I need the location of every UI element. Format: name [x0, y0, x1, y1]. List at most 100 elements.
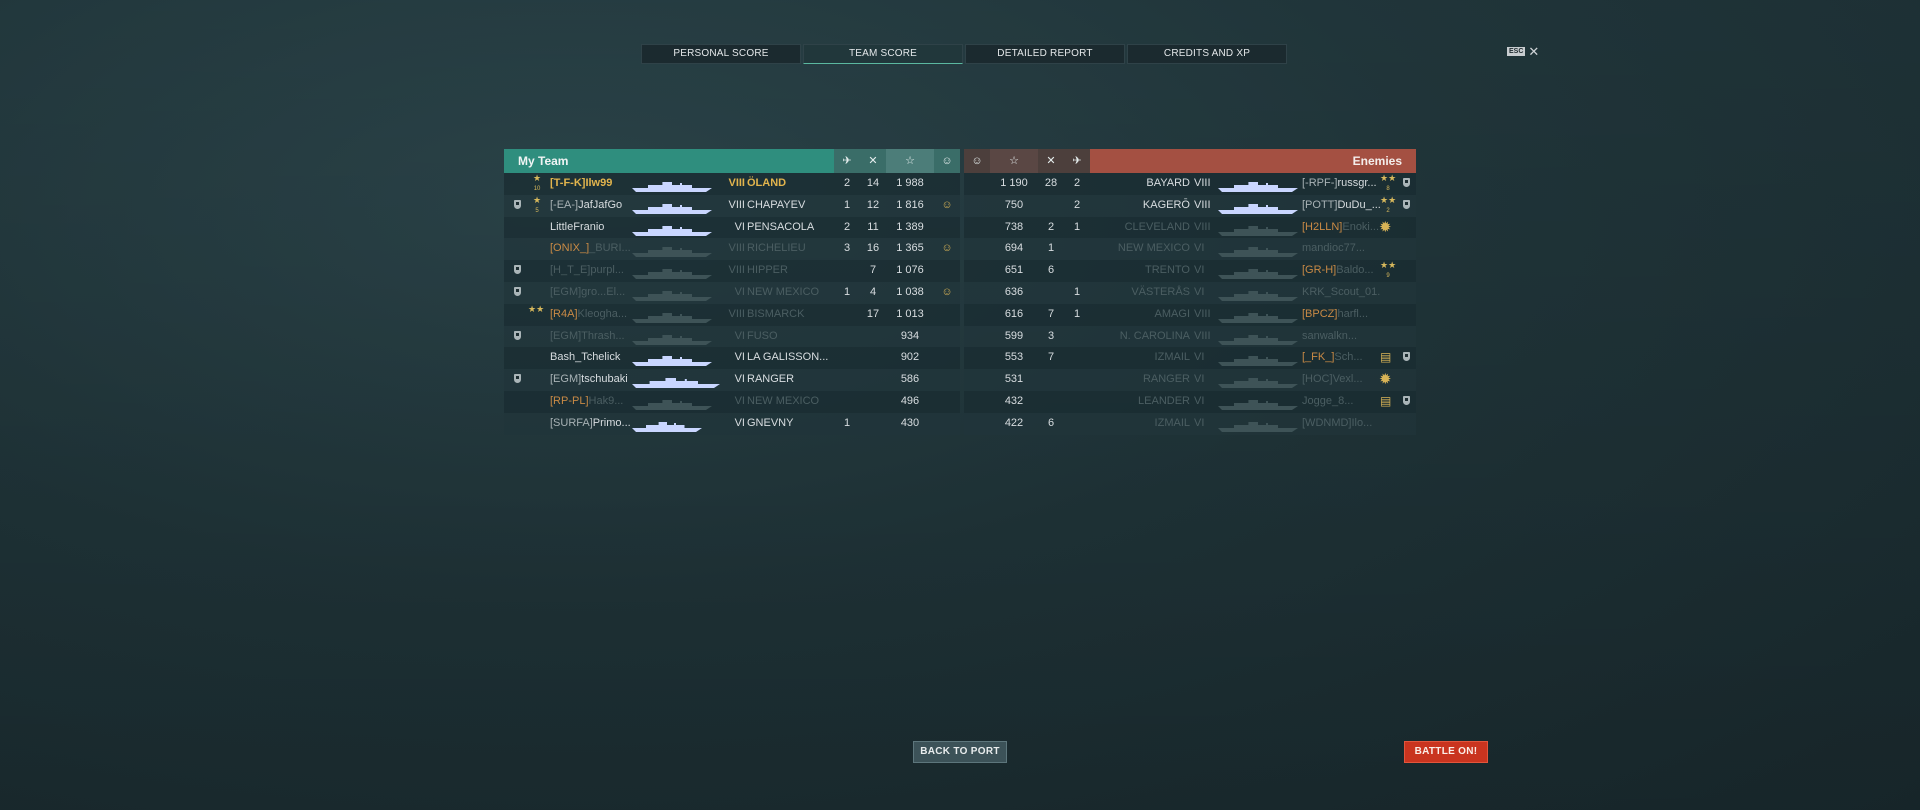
ships-destroyed: 14	[866, 177, 880, 189]
my-team-player-row[interactable]: [EGM]gro...El... VI NEW MEXICO 1 4 1 038 ☺	[504, 281, 960, 304]
ship-silhouette-icon	[1218, 310, 1298, 323]
ship-silhouette-icon	[1218, 419, 1298, 432]
base-xp: 1 038	[896, 285, 924, 298]
my-team-player-row[interactable]: [H_T_E]purpl... VIII HIPPER 7 1 076	[504, 260, 960, 282]
tab-detailed-report[interactable]: DETAILED REPORT	[965, 44, 1125, 64]
plane-kill-icon: ✈	[1064, 149, 1090, 173]
enemy-player-row[interactable]: 636 1 VÄSTERÅS VI KRK_Scout_01...	[964, 281, 1416, 304]
enemy-player-row[interactable]: 1 190 28 2 BAYARD VIII [-RPF-]russgr... ★★ 8	[964, 173, 1416, 195]
enemy-player-row[interactable]: 738 2 1 CLEVELAND VIII [H2LLN]Enoki... ✹	[964, 216, 1416, 239]
ship-silhouette-icon	[632, 179, 712, 192]
smile-icon: ☺	[941, 198, 953, 211]
base-xp: 1 988	[896, 177, 924, 189]
my-team-player-row[interactable]: ★ 10 [T-F-K]Ilw99 VIII ÖLAND 2 14 1 988	[504, 173, 960, 195]
medal-icon: ✹	[1379, 218, 1392, 236]
rank-badge-icon	[1403, 395, 1410, 405]
ship-tier: VI	[1194, 242, 1205, 255]
player-name: Baldo...	[1336, 264, 1374, 277]
stars-icon: ★★ 2	[1380, 195, 1396, 217]
stars-icon: ★★ 9	[1380, 260, 1396, 282]
tab-personal-score[interactable]: PERSONAL SCORE	[641, 44, 801, 64]
ship-name: N. CAROLINA	[1119, 329, 1190, 342]
stars-icon: ★★	[528, 303, 545, 314]
base-xp: 902	[900, 351, 920, 364]
rank-badge-icon	[1403, 352, 1410, 362]
ship-silhouette-icon	[632, 375, 720, 389]
clan-tag: [_FK_]	[1302, 351, 1335, 364]
base-xp: 422	[1004, 416, 1024, 429]
enemy-player-row[interactable]: 750 2 KAGERŌ VIII [POTT]DuDu_... ★★ 2	[964, 194, 1416, 217]
base-xp: 616	[1004, 307, 1024, 320]
ships-destroyed: 7	[1047, 307, 1055, 320]
enemy-player-row[interactable]: 432 LEANDER VI Jogge_8... ▤	[964, 390, 1416, 413]
ship-tier: VIII	[728, 198, 745, 211]
ship-tier: VIII	[728, 177, 745, 189]
back-to-port-button[interactable]: BACK TO PORT	[913, 741, 1007, 763]
planes-destroyed: 1	[1073, 285, 1081, 298]
my-team-player-row[interactable]: Bash_Tchelick VI LA GALISSON... 902	[504, 347, 960, 370]
ships-destroyed: 6	[1047, 416, 1055, 429]
table-row: [EGM]Thrash... VI FUSO 934 599 3 N. CAROLINA VI…	[504, 325, 1416, 348]
clan-tag: [POTT]	[1302, 198, 1338, 211]
ships-destroyed: 4	[869, 285, 877, 298]
ship-name: NEW MEXICO	[747, 394, 820, 407]
ship-name: GNEVNY	[747, 416, 794, 429]
base-xp: 651	[1004, 264, 1024, 277]
smile-icon: ☺	[941, 285, 953, 298]
enemy-player-row[interactable]: 694 1 NEW MEXICO VI mandioc77...	[964, 238, 1416, 261]
enemy-player-row[interactable]: 599 3 N. CAROLINA VIII sanwalkn...	[964, 325, 1416, 348]
medal-icon: ✹	[1379, 371, 1392, 389]
enemy-player-row[interactable]: 651 6 TRENTO VI [GR-H]Baldo... ★★ 9	[964, 260, 1416, 282]
planes-destroyed: 1	[1073, 307, 1081, 320]
rank-badge-icon	[1403, 199, 1410, 209]
esc-close-button[interactable]: ESC ✕	[1507, 45, 1539, 58]
table-row: [ONIX_]_BURI... VIII RICHELIEU 3 16 1 365 ☺ 694…	[504, 238, 1416, 261]
my-team-player-row[interactable]: LittleFranio VI PENSACOLA 2 11 1 389	[504, 216, 960, 239]
my-team-player-row[interactable]: [RP-PL]Hak9... VI NEW MEXICO 496	[504, 390, 960, 413]
base-xp: 636	[1004, 285, 1024, 298]
ship-silhouette-icon	[632, 397, 712, 410]
player-name: tschubaki	[581, 373, 628, 386]
base-xp: 496	[900, 394, 920, 407]
battle-on-button[interactable]: BATTLE ON!	[1404, 741, 1488, 763]
enemy-player-row[interactable]: 422 6 IZMAIL VI [WDNMD]Ilo...	[964, 412, 1416, 435]
tab-credits-and-xp[interactable]: CREDITS AND XP	[1127, 44, 1287, 64]
ship-tier: VIII	[1194, 198, 1211, 211]
ship-tier: VI	[734, 220, 745, 233]
tab-team-score[interactable]: TEAM SCORE	[803, 44, 963, 64]
my-team-player-row[interactable]: [EGM]Thrash... VI FUSO 934	[504, 325, 960, 348]
enemy-player-row[interactable]: 531 RANGER VI [HOC]Vexl... ✹	[964, 369, 1416, 391]
my-team-player-row[interactable]: ★ 5 [-EA-]JafJafGo VIII CHAPAYEV 1 12 1 816 ☺	[504, 194, 960, 217]
stars-count: 5	[535, 207, 539, 214]
ship-silhouette-icon	[632, 244, 712, 258]
my-team-player-row[interactable]: ★★ [R4A]Kleogha... VIII BISMARCK 17 1 013	[504, 303, 960, 326]
stars-count: 10	[533, 186, 541, 192]
ship-silhouette-icon	[632, 310, 712, 323]
stars-icon: ★ 10	[533, 173, 541, 195]
player-name: Hak9...	[588, 394, 624, 407]
enemy-player-row[interactable]: 616 7 1 AMAGI VIII [BPCZ]harfl...	[964, 303, 1416, 326]
planes-destroyed: 1	[1073, 220, 1081, 233]
clan-tag: [-RPF-]	[1302, 177, 1338, 189]
my-team-player-row[interactable]: [EGM]tschubaki VI RANGER 586	[504, 369, 960, 391]
ship-silhouette-icon	[1218, 397, 1298, 410]
result-tabs: PERSONAL SCORE TEAM SCORE DETAILED REPOR…	[641, 44, 1289, 64]
close-icon[interactable]: ✕	[1528, 45, 1539, 58]
ship-tier: VIII	[728, 264, 745, 277]
enemy-player-row[interactable]: 553 7 IZMAIL VI [_FK_]Sch... ▤	[964, 347, 1416, 370]
my-team-player-row[interactable]: [ONIX_]_BURI... VIII RICHELIEU 3 16 1 365 ☺	[504, 238, 960, 261]
ship-tier: VI	[734, 351, 745, 364]
ship-silhouette-icon	[1218, 244, 1298, 258]
ship-tier: VIII	[1194, 177, 1211, 189]
rank-insignia-icon: ▤	[1380, 350, 1392, 365]
player-name: DuDu_...	[1337, 198, 1380, 211]
base-xp: 586	[900, 373, 920, 386]
base-xp: 750	[1004, 198, 1024, 211]
my-team-player-row[interactable]: [SURFA]Primo... VI GNEVNY 1 430	[504, 412, 960, 435]
clan-tag: [SURFA]	[550, 416, 593, 429]
clan-tag: [EGM]	[550, 329, 582, 342]
ships-destroyed: 1	[1047, 242, 1055, 255]
ships-destroyed: 28	[1044, 177, 1058, 189]
ship-tier: VIII	[1194, 220, 1211, 233]
ship-silhouette-icon	[632, 223, 712, 236]
